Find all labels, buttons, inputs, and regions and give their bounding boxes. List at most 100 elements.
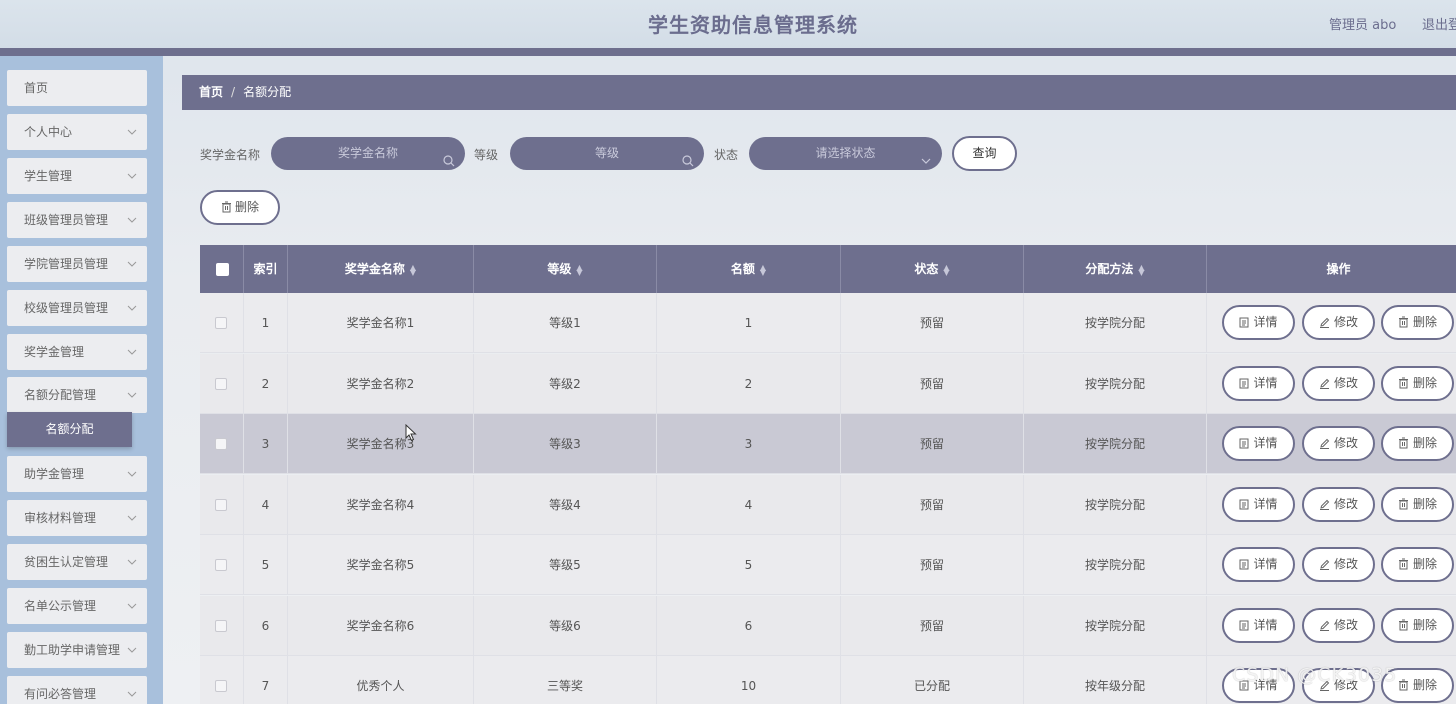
- chevron-down-icon: [127, 676, 139, 704]
- sidebar-item[interactable]: 名额分配管理: [7, 377, 147, 413]
- sidebar-item[interactable]: 助学金管理: [7, 456, 147, 492]
- header-level[interactable]: 等级 ▲ ▼: [474, 245, 657, 293]
- delete-button[interactable]: 删除: [1381, 305, 1454, 340]
- bulk-delete-button[interactable]: 删除: [200, 190, 280, 225]
- edit-label: 修改: [1333, 496, 1358, 511]
- sidebar-subitem-quota-allocation[interactable]: 名额分配: [7, 412, 132, 447]
- query-button[interactable]: 查询: [952, 136, 1017, 171]
- header-name[interactable]: 奖学金名称 ▲ ▼: [288, 245, 474, 293]
- table-row[interactable]: 4 奖学金名称4 等级4 4 预留 按学院分配 详情 修改 删除: [200, 474, 1456, 535]
- cell-level: 等级5: [474, 535, 657, 595]
- sidebar-item-label: 奖学金管理: [24, 345, 85, 359]
- table-row[interactable]: 5 奖学金名称5 等级5 5 预留 按学院分配 详情 修改 删除: [200, 535, 1456, 595]
- row-checkbox[interactable]: [215, 498, 227, 511]
- chevron-down-icon: [127, 500, 139, 536]
- sidebar-item-label: 助学金管理: [24, 467, 85, 481]
- edit-button[interactable]: 修改: [1302, 426, 1375, 461]
- detail-button[interactable]: 详情: [1222, 607, 1295, 643]
- row-checkbox[interactable]: [215, 377, 227, 390]
- sidebar-item[interactable]: 奖学金管理: [7, 334, 147, 370]
- delete-label: 删除: [1412, 375, 1437, 390]
- edit-button[interactable]: 修改: [1302, 547, 1375, 582]
- delete-button[interactable]: 删除: [1381, 547, 1454, 582]
- trash-icon: [1398, 497, 1413, 511]
- table-row[interactable]: 2 奖学金名称2 等级2 2 预留 按学院分配 详情 修改 删除: [200, 353, 1456, 414]
- row-checkbox[interactable]: [215, 619, 227, 632]
- sidebar-item-label: 勤工助学申请管理: [24, 643, 121, 657]
- delete-button[interactable]: 删除: [1381, 365, 1454, 401]
- detail-button[interactable]: 详情: [1222, 426, 1295, 461]
- delete-button[interactable]: 删除: [1381, 607, 1454, 643]
- sidebar-item-label: 个人中心: [24, 125, 73, 139]
- header-name-label: 奖学金名称: [344, 262, 405, 276]
- edit-button[interactable]: 修改: [1302, 305, 1375, 340]
- edit-button[interactable]: 修改: [1302, 607, 1375, 643]
- pencil-icon: [1319, 376, 1334, 390]
- detail-label: 详情: [1253, 617, 1278, 632]
- header-method[interactable]: 分配方法 ▲ ▼: [1024, 245, 1207, 293]
- cell-method: 按学院分配: [1024, 474, 1207, 535]
- row-checkbox[interactable]: [215, 680, 227, 692]
- sidebar-item-label: 校级管理员管理: [24, 301, 109, 315]
- edit-button[interactable]: 修改: [1302, 365, 1375, 401]
- breadcrumb-home[interactable]: 首页: [199, 85, 223, 99]
- detail-label: 详情: [1253, 557, 1278, 571]
- cell-quota: 1: [657, 293, 841, 353]
- cell-name: 奖学金名称6: [288, 595, 474, 656]
- edit-label: 修改: [1333, 375, 1358, 390]
- sidebar-item[interactable]: 班级管理员管理: [7, 202, 147, 238]
- delete-button[interactable]: 删除: [1381, 486, 1454, 522]
- level-label: 等级: [474, 148, 499, 162]
- table-row[interactable]: 1 奖学金名称1 等级1 1 预留 按学院分配 详情 修改 删除: [200, 293, 1456, 353]
- detail-button[interactable]: 详情: [1222, 486, 1295, 522]
- header-quota[interactable]: 名额 ▲ ▼: [657, 245, 841, 293]
- pencil-icon: [1319, 497, 1334, 511]
- cell-level: 等级6: [474, 595, 657, 656]
- cell-quota: 5: [657, 535, 841, 595]
- sort-icon: ▲ ▼: [1138, 262, 1145, 277]
- cell-status: 预留: [841, 414, 1024, 474]
- cell-actions: 详情 修改 删除: [1207, 475, 1456, 535]
- mouse-cursor-icon: [405, 424, 417, 442]
- row-checkbox[interactable]: [215, 438, 227, 450]
- pencil-icon: [1319, 436, 1334, 450]
- sidebar-item[interactable]: 有问必答管理: [7, 676, 147, 704]
- sidebar-item[interactable]: 审核材料管理: [7, 500, 147, 536]
- chevron-down-icon: [127, 114, 139, 150]
- detail-button[interactable]: 详情: [1222, 365, 1295, 401]
- detail-button[interactable]: 详情: [1222, 305, 1295, 340]
- document-icon: [1239, 376, 1253, 390]
- sidebar-item[interactable]: 学院管理员管理: [7, 246, 147, 282]
- sidebar-item-label: 有问必答管理: [24, 687, 97, 701]
- cell-status: 预留: [841, 595, 1024, 656]
- edit-button[interactable]: 修改: [1302, 486, 1375, 522]
- sidebar-item-label: 学生管理: [24, 169, 73, 183]
- scholarship-name-input[interactable]: 奖学金名称: [271, 137, 465, 170]
- row-checkbox[interactable]: [215, 559, 227, 571]
- sidebar-item[interactable]: 学生管理: [7, 158, 147, 194]
- table-row[interactable]: 3 奖学金名称3 等级3 3 预留 按学院分配 详情 修改 删除: [200, 414, 1456, 474]
- trash-icon: [1398, 557, 1413, 571]
- sidebar-item[interactable]: 名单公示管理: [7, 588, 147, 624]
- select-all-checkbox[interactable]: [216, 263, 229, 276]
- detail-button[interactable]: 详情: [1222, 547, 1295, 582]
- detail-label: 详情: [1253, 315, 1278, 329]
- sidebar-item[interactable]: 个人中心: [7, 114, 147, 150]
- table-row[interactable]: 6 奖学金名称6 等级6 6 预留 按学院分配 详情 修改 删除: [200, 595, 1456, 656]
- row-checkbox[interactable]: [215, 317, 227, 329]
- sidebar-item[interactable]: 首页: [7, 70, 147, 106]
- sidebar-item[interactable]: 校级管理员管理: [7, 290, 147, 326]
- cell-method: 按学院分配: [1024, 353, 1207, 414]
- header-actions: 操作: [1326, 262, 1351, 276]
- search-icon: [443, 147, 455, 180]
- edit-label: 修改: [1333, 557, 1358, 571]
- cell-quota: 4: [657, 474, 841, 535]
- delete-button[interactable]: 删除: [1381, 426, 1454, 461]
- cell-method: 按学院分配: [1024, 293, 1207, 353]
- logout-link[interactable]: 退出登: [1422, 14, 1456, 33]
- sidebar-item[interactable]: 贫困生认定管理: [7, 544, 147, 580]
- status-select[interactable]: 请选择状态: [749, 137, 942, 170]
- header-status[interactable]: 状态 ▲ ▼: [841, 245, 1024, 293]
- sidebar-item[interactable]: 勤工助学申请管理: [7, 632, 147, 668]
- level-input[interactable]: 等级: [510, 137, 704, 170]
